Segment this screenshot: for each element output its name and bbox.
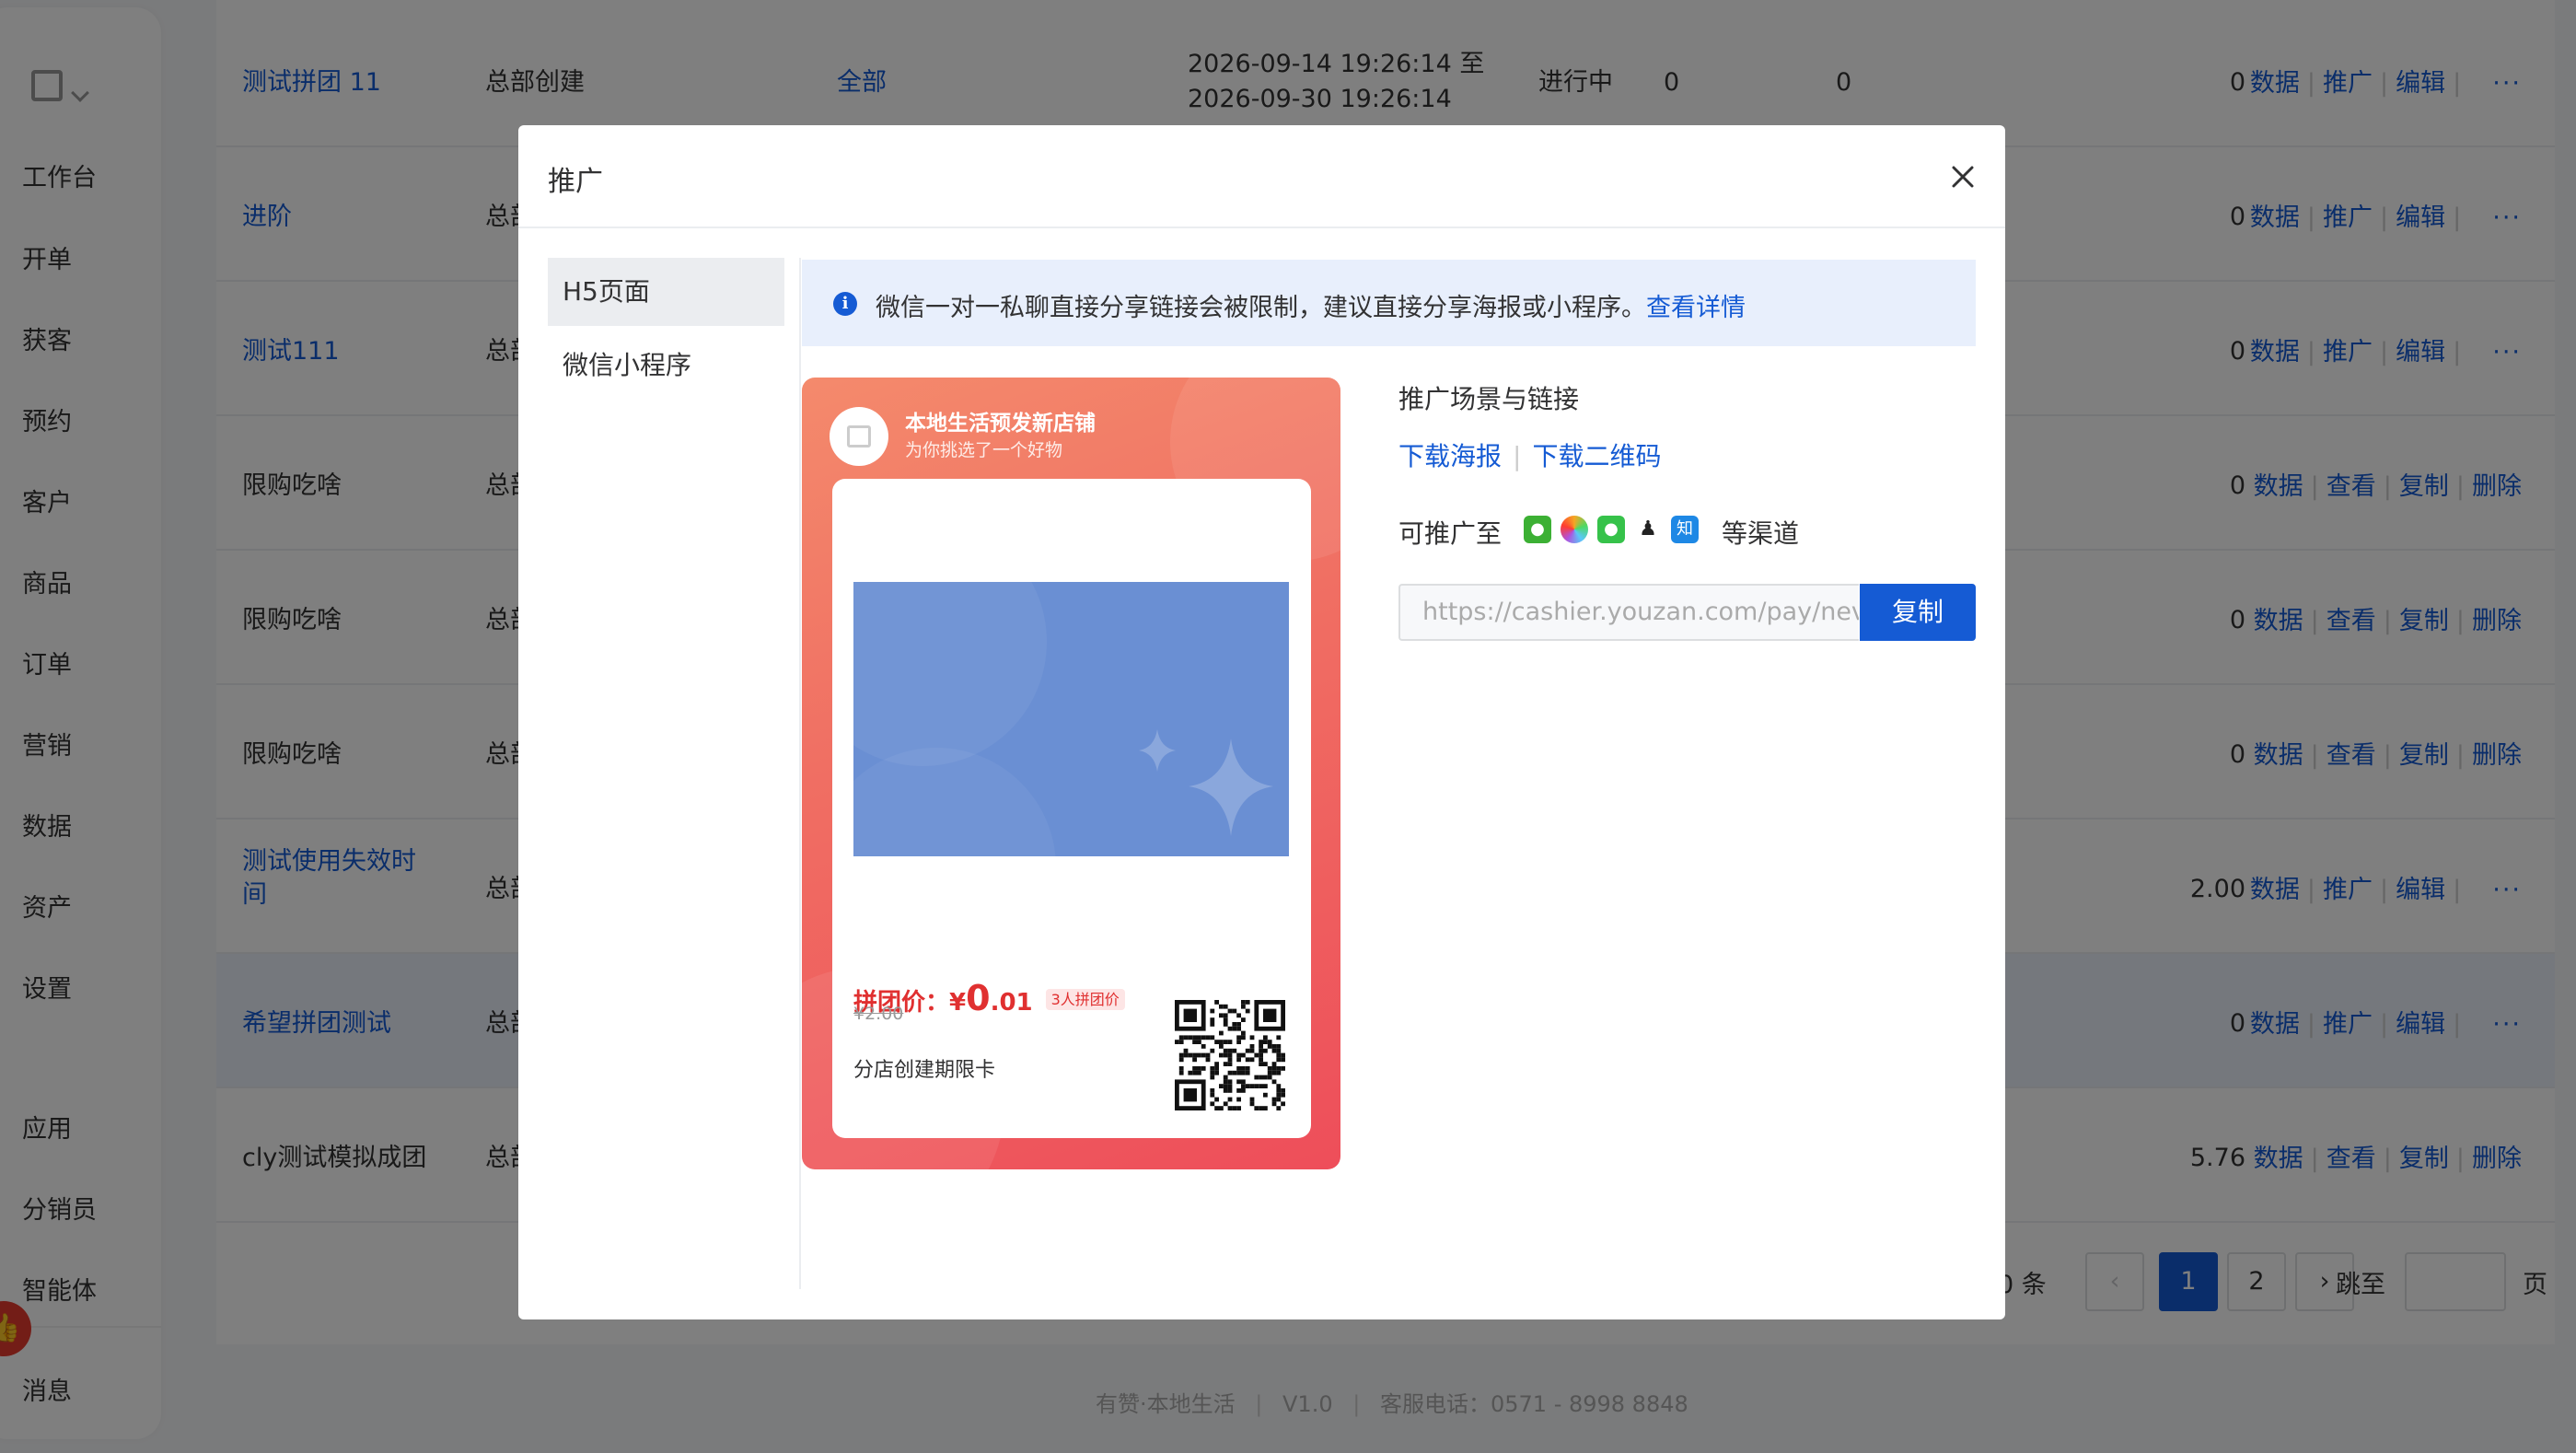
modal-header: 推广	[518, 125, 2005, 228]
scene-title: 推广场景与链接	[1398, 384, 1580, 414]
price-decimal: .01	[990, 989, 1033, 1017]
promotion-url-input[interactable]: https://cashier.youzan.com/pay/nev	[1398, 584, 1859, 641]
notice-bar: i 微信一对一私聊直接分享链接会被限制，建议直接分享海报或小程序。查看详情	[802, 260, 1976, 346]
product-name: 分店创建期限卡	[853, 1059, 996, 1082]
info-icon: i	[833, 292, 857, 316]
original-price: ¥2.00	[853, 1004, 904, 1024]
poster-shop-subtitle: 为你挑选了一个好物	[905, 440, 1063, 460]
tab-divider	[799, 258, 801, 1289]
sparkle-icon	[1139, 729, 1273, 836]
download-poster-link[interactable]: 下载海报	[1398, 441, 1502, 471]
poster-shop-name: 本地生活预发新店铺	[905, 412, 1096, 436]
poster-product-card: 拼团价：¥0.01 3人拼团价 ¥2.00 分店创建期限卡	[832, 479, 1311, 1138]
notice-text: 微信一对一私聊直接分享链接会被限制，建议直接分享海报或小程序。	[876, 294, 1646, 322]
modal-tabs: H5页面 微信小程序	[548, 258, 787, 400]
store-icon	[847, 425, 871, 448]
download-qrcode-link[interactable]: 下载二维码	[1532, 441, 1661, 471]
modal-title: 推广	[548, 166, 603, 198]
wechat-icon: ●	[1524, 516, 1551, 543]
promotion-poster: 本地生活预发新店铺 为你挑选了一个好物 拼团价：¥0.01 3人拼团价 ¥2.00…	[802, 378, 1340, 1169]
product-image-placeholder	[853, 582, 1289, 856]
message-icon: ●	[1597, 516, 1625, 543]
price-currency: ¥	[949, 989, 967, 1017]
group-price-tag: 3人拼团价	[1045, 989, 1125, 1010]
zhihu-icon: 知	[1671, 516, 1699, 543]
channels-suffix: 等渠道	[1722, 518, 1800, 549]
qq-icon: ♟	[1634, 516, 1662, 543]
moments-icon	[1561, 516, 1588, 543]
notice-detail-link[interactable]: 查看详情	[1646, 294, 1746, 322]
close-icon[interactable]	[1946, 160, 1979, 193]
copy-button[interactable]: 复制	[1860, 584, 1976, 641]
channels-label: 可推广至	[1398, 518, 1503, 549]
shop-avatar	[830, 407, 888, 466]
qr-code	[1175, 1000, 1285, 1110]
price-integer: 0	[966, 978, 991, 1018]
tab-h5-page[interactable]: H5页面	[548, 258, 784, 326]
tab-wechat-miniprogram[interactable]: 微信小程序	[548, 331, 784, 400]
promotion-modal: 推广 H5页面 微信小程序 i 微信一对一私聊直接分享链接会被限制，建议直接分享…	[518, 125, 2005, 1319]
